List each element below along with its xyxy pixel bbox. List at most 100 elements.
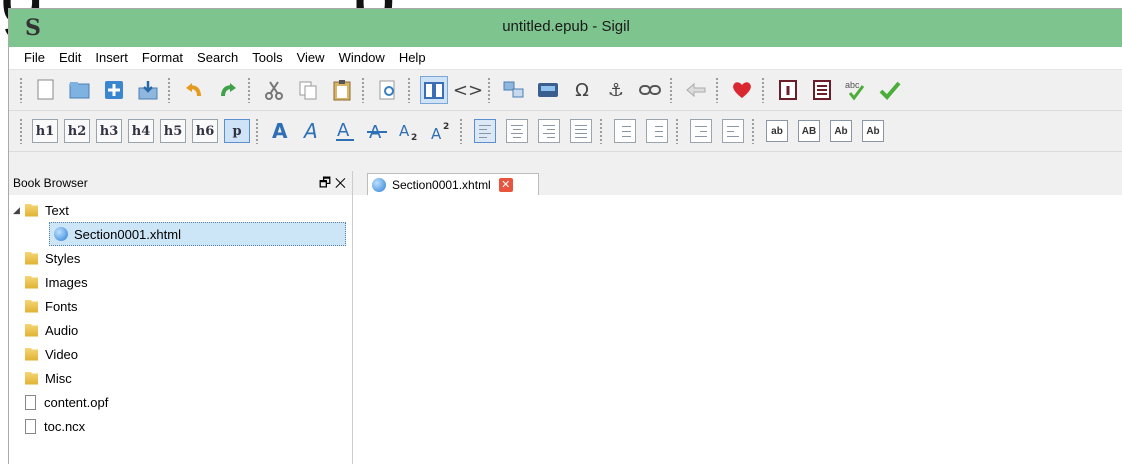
toolbar-grip[interactable] [247,77,251,103]
align-center-icon[interactable] [504,118,530,144]
toolbar-grip[interactable] [715,77,719,103]
title-bar: S untitled.epub - Sigil [9,9,1122,47]
tab-label: Section0001.xhtml [392,177,491,192]
float-panel-icon[interactable]: 🗗 [319,175,331,190]
add-file-icon[interactable] [100,76,128,104]
menu-insert[interactable]: Insert [88,47,135,69]
close-panel-icon[interactable]: ✕ [335,175,346,190]
omega-icon[interactable]: Ω [568,76,596,104]
tab-section0001[interactable]: Section0001.xhtml ✕ [367,173,539,195]
align-right-icon[interactable] [536,118,562,144]
save-icon[interactable] [134,76,162,104]
heading-h3-button[interactable]: h3 [96,119,122,143]
toolbar-grip[interactable] [487,77,491,103]
align-justify-icon[interactable] [568,118,594,144]
heading-h5-button[interactable]: h5 [160,119,186,143]
heading-h1-button[interactable]: h1 [32,119,58,143]
menu-edit[interactable]: Edit [52,47,88,69]
tree-folder-video[interactable]: Video [9,342,352,366]
bullet-list-icon[interactable] [612,118,638,144]
subscript-icon[interactable]: A2 [396,118,422,144]
tree-file-section0001[interactable]: Section0001.xhtml [49,222,346,246]
metadata-icon[interactable] [774,76,802,104]
toolbar-grip[interactable] [19,118,23,144]
superscript-icon[interactable]: A2 [428,118,454,144]
tree-folder-text[interactable]: ◢ Text [9,198,352,222]
print-preview-icon[interactable] [374,76,402,104]
tree-folder-audio[interactable]: Audio [9,318,352,342]
tree-folder-misc[interactable]: Misc [9,366,352,390]
paragraph-button[interactable]: p [224,119,250,143]
toolbar-grip[interactable] [761,77,765,103]
heading-h4-button[interactable]: h4 [128,119,154,143]
increase-indent-icon[interactable] [720,118,746,144]
heading-h6-button[interactable]: h6 [192,119,218,143]
expand-arrow-icon[interactable]: ◢ [13,205,25,216]
italic-icon[interactable]: A [300,118,326,144]
svg-text:A: A [337,120,350,141]
editor-area[interactable]: Section0001.xhtml ✕ [353,171,1122,464]
book-tree: ◢ Text Section0001.xhtml Styles Images F… [9,195,352,438]
tree-file-content-opf[interactable]: content.opf [9,390,352,414]
menu-tools[interactable]: Tools [245,47,289,69]
strikethrough-icon[interactable]: A [364,118,390,144]
tree-folder-fonts[interactable]: Fonts [9,294,352,318]
align-left-icon[interactable] [472,118,498,144]
uppercase-button[interactable]: AB [796,118,822,144]
titlecase-button[interactable]: Ab [828,118,854,144]
xhtml-file-icon [372,177,386,192]
open-folder-icon[interactable] [66,76,94,104]
toolbar-grip[interactable] [459,118,463,144]
capitalize-button[interactable]: Ab [860,118,886,144]
underline-icon[interactable]: A [332,118,358,144]
capitalize-label: Ab [862,120,884,142]
new-file-icon[interactable] [32,76,60,104]
heart-icon[interactable] [728,76,756,104]
split-icon[interactable] [500,76,528,104]
toolbar-grip[interactable] [599,118,603,144]
toolbar-grip[interactable] [167,77,171,103]
code-view-icon[interactable]: <> [453,76,483,104]
menu-file[interactable]: File [17,47,52,69]
file-icon [25,394,36,410]
decrease-indent-icon[interactable] [688,118,714,144]
book-view-icon[interactable] [420,76,448,104]
toolbar-grip[interactable] [675,118,679,144]
cut-icon[interactable] [260,76,288,104]
svg-text:2: 2 [443,122,449,132]
redo-icon[interactable] [214,76,242,104]
anchor-icon[interactable]: ⚓ [602,76,630,104]
folder-icon [25,371,38,385]
menu-search[interactable]: Search [190,47,245,69]
toolbar-grip[interactable] [669,77,673,103]
back-arrow-icon[interactable] [682,76,710,104]
toolbar-grip[interactable] [255,118,259,144]
tree-folder-images[interactable]: Images [9,270,352,294]
bold-icon[interactable]: A [268,118,294,144]
link-icon[interactable] [636,76,664,104]
toolbar-grip[interactable] [19,77,23,103]
heading-h2-button[interactable]: h2 [64,119,90,143]
tree-file-toc-ncx[interactable]: toc.ncx [9,414,352,438]
lowercase-button[interactable]: ab [764,118,790,144]
spellcheck-icon[interactable]: abc [842,76,870,104]
insert-image-icon[interactable] [534,76,562,104]
validate-check-icon[interactable] [876,76,904,104]
tree-folder-styles[interactable]: Styles [9,246,352,270]
menu-format[interactable]: Format [135,47,190,69]
menu-bar: File Edit Insert Format Search Tools Vie… [9,47,1122,70]
paste-icon[interactable] [328,76,356,104]
toolbar-grip[interactable] [407,77,411,103]
undo-icon[interactable] [180,76,208,104]
toolbar-grip[interactable] [751,118,755,144]
toolbar-grip[interactable] [361,77,365,103]
close-tab-icon[interactable]: ✕ [498,177,513,192]
xhtml-file-icon [54,227,68,241]
copy-icon[interactable] [294,76,322,104]
numbered-list-icon[interactable] [644,118,670,144]
tree-item-label: Section0001.xhtml [74,226,181,242]
menu-view[interactable]: View [290,47,332,69]
toc-icon[interactable] [808,76,836,104]
menu-window[interactable]: Window [332,47,392,69]
menu-help[interactable]: Help [392,47,433,69]
